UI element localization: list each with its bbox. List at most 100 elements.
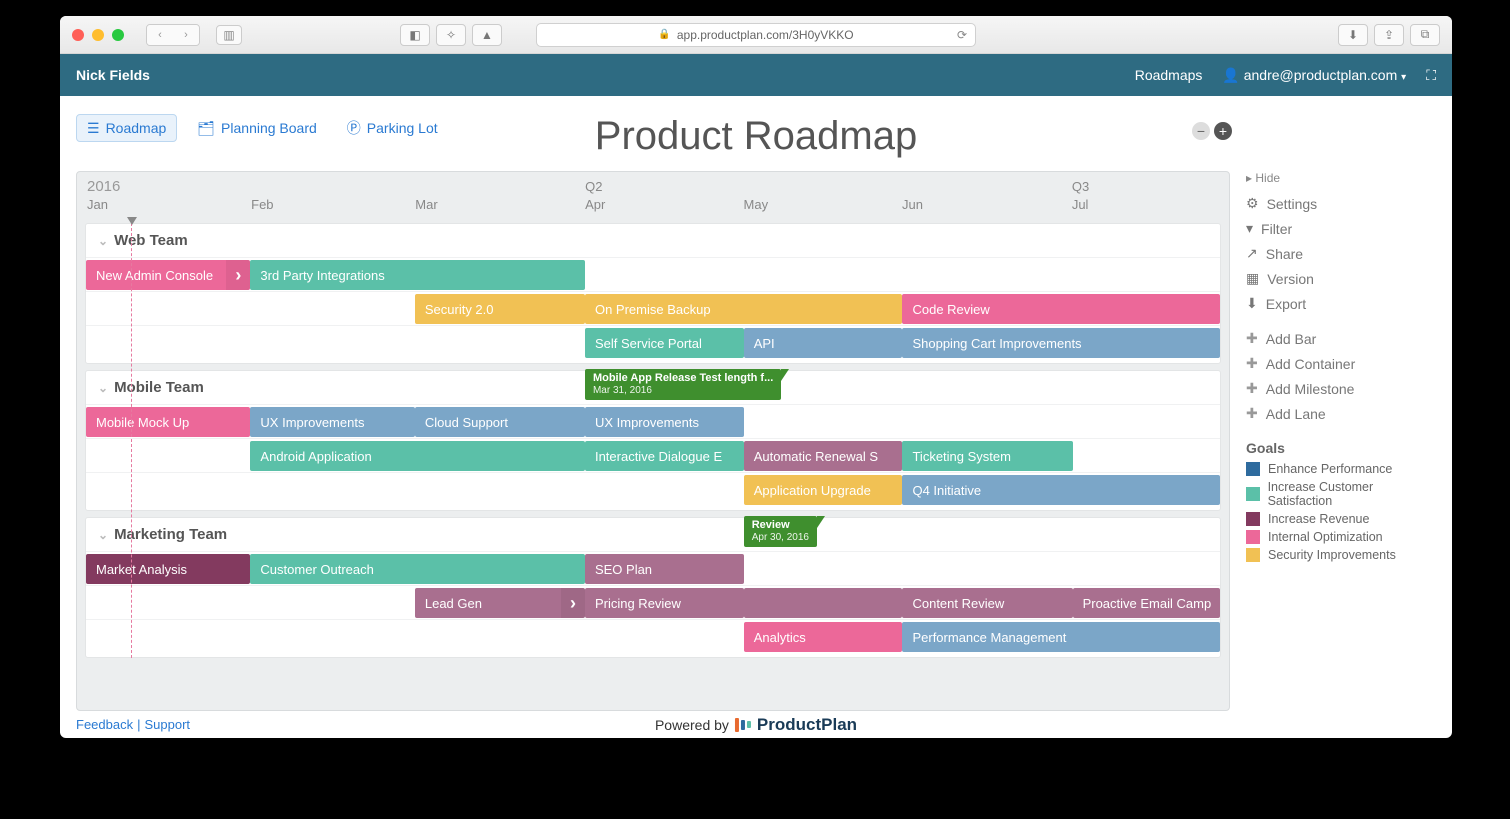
side-tool-filter[interactable]: ▾Filter bbox=[1246, 220, 1436, 237]
roadmap-bar[interactable]: SEO Plan bbox=[585, 554, 744, 584]
roadmap-bar[interactable]: Proactive Email Camp bbox=[1073, 588, 1220, 618]
roadmap-bar[interactable]: Security 2.0 bbox=[415, 294, 585, 324]
roadmap-bar[interactable]: Ticketing System bbox=[902, 441, 1072, 471]
today-indicator bbox=[131, 223, 132, 658]
roadmap-bar[interactable] bbox=[744, 588, 903, 618]
hide-panel-link[interactable]: ▸ Hide bbox=[1246, 171, 1436, 185]
nav-roadmaps-link[interactable]: Roadmaps bbox=[1135, 67, 1203, 83]
roadmap-bar[interactable]: 3rd Party Integrations bbox=[250, 260, 585, 290]
roadmap-bar[interactable]: Pricing Review bbox=[585, 588, 744, 618]
browser-ext-button-1[interactable]: ◧ bbox=[400, 24, 430, 46]
view-tabs: ☰ Roadmap 🗂 Planning Board Ⓟ Parking Lot bbox=[76, 114, 448, 142]
fullscreen-button[interactable] bbox=[1426, 67, 1436, 84]
parking-icon: Ⓟ bbox=[347, 118, 361, 138]
goal-label: Internal Optimization bbox=[1268, 530, 1383, 544]
feedback-link[interactable]: Feedback bbox=[76, 717, 133, 732]
app-footer: Feedback | Support Powered by ProductPla… bbox=[76, 717, 1436, 732]
goal-label: Security Improvements bbox=[1268, 548, 1396, 562]
roadmap-bar[interactable]: Lead Gen› bbox=[415, 588, 585, 618]
roadmap-bar[interactable]: Mobile Mock Up bbox=[86, 407, 250, 437]
goals-heading: Goals bbox=[1246, 440, 1436, 456]
chevron-right-icon: › bbox=[561, 588, 585, 618]
roadmap-bar[interactable]: Analytics bbox=[744, 622, 903, 652]
roadmap-bar[interactable]: API bbox=[744, 328, 903, 358]
window-minimize-button[interactable] bbox=[92, 29, 104, 41]
goal-swatch bbox=[1246, 548, 1260, 562]
plus-icon: ✚ bbox=[1246, 380, 1258, 397]
roadmap-bar[interactable]: Performance Management bbox=[902, 622, 1220, 652]
reload-icon[interactable]: ⟳ bbox=[957, 28, 967, 42]
lane-row: Market AnalysisCustomer OutreachSEO Plan bbox=[86, 551, 1220, 585]
side-item-label: Add Bar bbox=[1266, 331, 1317, 347]
browser-ext-button-2[interactable]: ✧ bbox=[436, 24, 466, 46]
lane-title[interactable]: ⌄Web Team bbox=[86, 224, 1220, 257]
month-label: Jun bbox=[902, 197, 923, 212]
browser-downloads-button[interactable]: ⬇ bbox=[1338, 24, 1368, 46]
roadmap-bar[interactable]: Cloud Support bbox=[415, 407, 585, 437]
side-item-label: Add Container bbox=[1266, 356, 1356, 372]
zoom-out-button[interactable]: − bbox=[1192, 122, 1210, 140]
roadmap-bar[interactable]: Market Analysis bbox=[86, 554, 250, 584]
browser-ext-button-3[interactable]: ▲ bbox=[472, 24, 502, 46]
user-icon: 👤 bbox=[1222, 67, 1243, 83]
roadmap-bar[interactable]: Application Upgrade bbox=[744, 475, 903, 505]
tab-roadmap[interactable]: ☰ Roadmap bbox=[76, 114, 177, 142]
roadmap-bar[interactable]: UX Improvements bbox=[250, 407, 414, 437]
user-menu[interactable]: 👤 andre@productplan.com bbox=[1222, 67, 1406, 84]
lane-row: AnalyticsPerformance Management bbox=[86, 619, 1220, 653]
roadmap-bar[interactable]: Self Service Portal bbox=[585, 328, 744, 358]
side-add-add-container[interactable]: ✚Add Container bbox=[1246, 355, 1436, 372]
timeline: 2016 JanFebMarAprMayJunJulQ2Q3 ⌄Web Team… bbox=[76, 171, 1230, 711]
lane-group: ⌄Marketing TeamReviewApr 30, 2016 Market … bbox=[85, 517, 1221, 658]
goal-item[interactable]: Increase Revenue bbox=[1246, 512, 1436, 526]
side-add-add-milestone[interactable]: ✚Add Milestone bbox=[1246, 380, 1436, 397]
window-zoom-button[interactable] bbox=[112, 29, 124, 41]
browser-url-field[interactable]: 🔒 app.productplan.com/3H0yVKKO ⟳ bbox=[536, 23, 976, 47]
powered-by: Powered by ProductPlan bbox=[655, 715, 857, 735]
roadmap-bar[interactable]: Q4 Initiative bbox=[902, 475, 1220, 505]
goal-swatch bbox=[1246, 462, 1260, 476]
side-add-add-lane[interactable]: ✚Add Lane bbox=[1246, 405, 1436, 422]
side-add-add-bar[interactable]: ✚Add Bar bbox=[1246, 330, 1436, 347]
side-tool-settings[interactable]: ⚙Settings bbox=[1246, 195, 1436, 212]
roadmap-bar[interactable]: UX Improvements bbox=[585, 407, 744, 437]
lane-row: Mobile Mock UpUX ImprovementsCloud Suppo… bbox=[86, 404, 1220, 438]
goal-swatch bbox=[1246, 487, 1260, 501]
roadmap-bar[interactable]: Shopping Cart Improvements bbox=[902, 328, 1220, 358]
browser-sidebar-button[interactable]: ▥ bbox=[216, 25, 242, 45]
browser-tabs-button[interactable]: ⧉ bbox=[1410, 24, 1440, 46]
lane-title[interactable]: ⌄Marketing Team bbox=[86, 518, 1220, 551]
filter-icon: ▾ bbox=[1246, 220, 1253, 237]
roadmap-bar[interactable]: Interactive Dialogue E bbox=[585, 441, 744, 471]
browser-back-button[interactable]: ‹ bbox=[147, 25, 173, 45]
browser-nav-arrows: ‹ › bbox=[146, 24, 200, 46]
lane-row: Android ApplicationInteractive Dialogue … bbox=[86, 438, 1220, 472]
side-tool-version[interactable]: ▦Version bbox=[1246, 270, 1436, 287]
goal-item[interactable]: Security Improvements bbox=[1246, 548, 1436, 562]
roadmap-bar[interactable]: Customer Outreach bbox=[250, 554, 585, 584]
milestone[interactable]: Mobile App Release Test length f...Mar 3… bbox=[585, 369, 781, 400]
goal-item[interactable]: Increase Customer Satisfaction bbox=[1246, 480, 1436, 508]
roadmap-bar[interactable]: New Admin Console› bbox=[86, 260, 250, 290]
support-link[interactable]: Support bbox=[144, 717, 190, 732]
browser-forward-button[interactable]: › bbox=[173, 25, 199, 45]
version-icon: ▦ bbox=[1246, 270, 1259, 287]
month-label: Feb bbox=[251, 197, 273, 212]
roadmap-bar[interactable]: Content Review bbox=[902, 588, 1072, 618]
side-tool-export[interactable]: ⬇Export bbox=[1246, 295, 1436, 312]
side-tool-share[interactable]: ↗Share bbox=[1246, 245, 1436, 262]
roadmap-bar[interactable]: Android Application bbox=[250, 441, 585, 471]
tab-parking-lot[interactable]: Ⓟ Parking Lot bbox=[337, 114, 448, 142]
zoom-in-button[interactable]: + bbox=[1214, 122, 1232, 140]
window-close-button[interactable] bbox=[72, 29, 84, 41]
goal-item[interactable]: Enhance Performance bbox=[1246, 462, 1436, 476]
browser-share-button[interactable]: ⇪ bbox=[1374, 24, 1404, 46]
goal-item[interactable]: Internal Optimization bbox=[1246, 530, 1436, 544]
roadmap-bar[interactable]: Automatic Renewal S bbox=[744, 441, 903, 471]
browser-url-text: app.productplan.com/3H0yVKKO bbox=[677, 28, 854, 42]
tab-planning-board[interactable]: 🗂 Planning Board bbox=[187, 114, 327, 142]
lane-row: New Admin Console›3rd Party Integrations bbox=[86, 257, 1220, 291]
roadmap-bar[interactable]: Code Review bbox=[902, 294, 1220, 324]
milestone[interactable]: ReviewApr 30, 2016 bbox=[744, 516, 817, 547]
roadmap-bar[interactable]: On Premise Backup bbox=[585, 294, 903, 324]
